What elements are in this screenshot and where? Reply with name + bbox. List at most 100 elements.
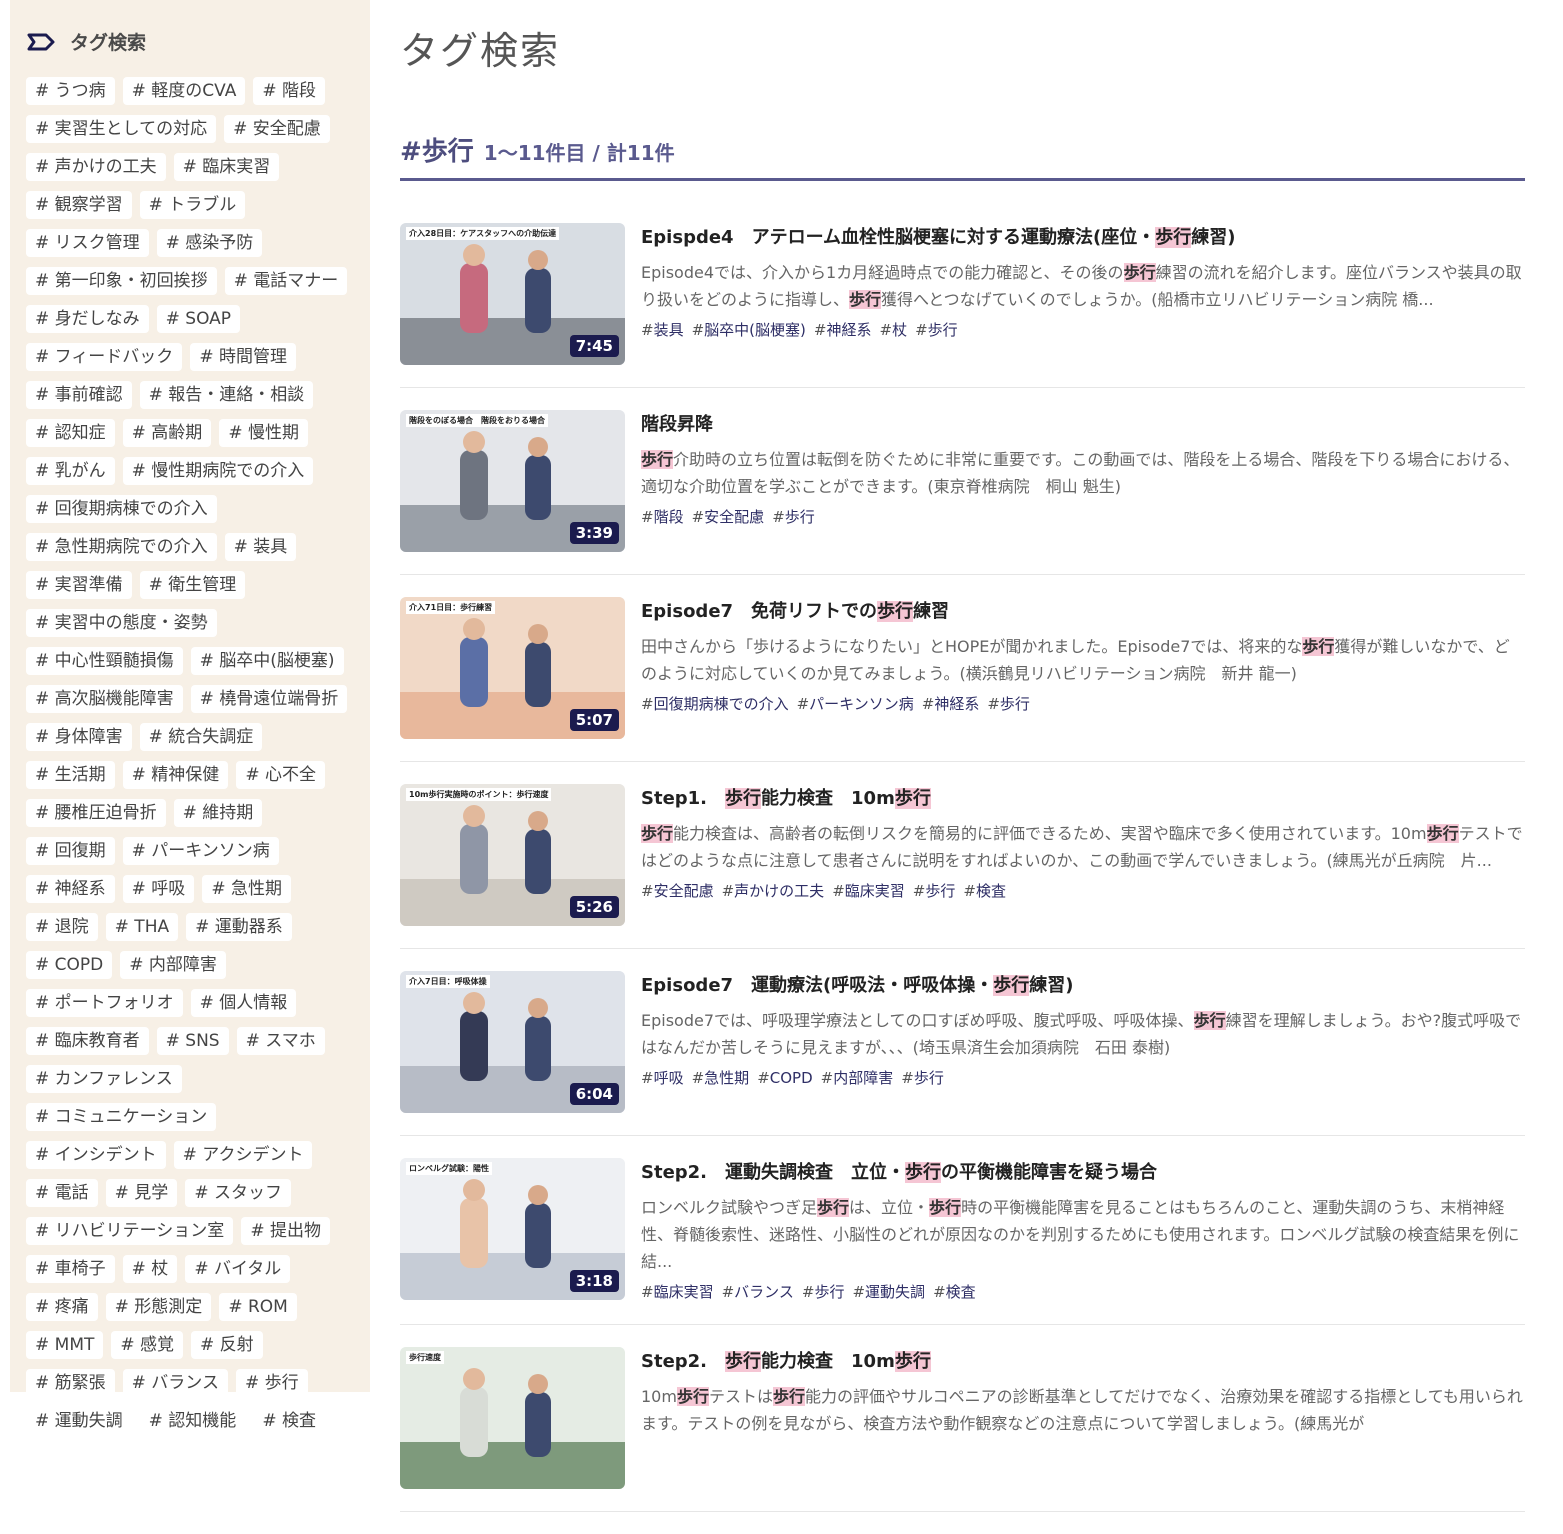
video-tag-link[interactable]: 脳卒中(脳梗塞) [692,321,806,339]
sidebar-tag[interactable]: # 軽度のCVA [122,77,246,105]
sidebar-tag[interactable]: # 安全配慮 [224,115,330,143]
sidebar-tag[interactable]: # 統合失調症 [139,723,263,751]
video-tag-link[interactable]: 歩行 [915,321,958,339]
sidebar-tag[interactable]: # 第一印象・初回挨拶 [26,267,217,295]
sidebar-tag[interactable]: # 筋緊張 [26,1369,115,1397]
sidebar-tag[interactable]: # アクシデント [173,1141,313,1169]
sidebar-tag[interactable]: # 事前確認 [26,381,132,409]
video-tag-link[interactable]: 歩行 [913,882,956,900]
video-tag-link[interactable]: 歩行 [987,695,1030,713]
video-thumbnail[interactable]: 階段をのぼる場合 階段をおりる場合 3:39 [400,410,625,552]
sidebar-tag[interactable]: # 中心性頸髄損傷 [26,647,183,675]
sidebar-tag[interactable]: # 検査 [253,1407,325,1435]
video-tag-link[interactable]: 歩行 [802,1283,845,1301]
video-tag-link[interactable]: 安全配慮 [692,508,765,526]
sidebar-tag[interactable]: # リハビリテーション室 [26,1217,234,1245]
video-tag-link[interactable]: 神経系 [814,321,872,339]
video-title[interactable]: Step2. 運動失調検査 立位・歩行の平衡機能障害を疑う場合 [641,1160,1525,1186]
sidebar-tag[interactable]: # THA [105,913,179,941]
sidebar-tag[interactable]: # 臨床教育者 [26,1027,149,1055]
sidebar-tag[interactable]: # コミュニケーション [26,1103,217,1131]
sidebar-tag[interactable]: # 見学 [105,1179,178,1207]
sidebar-tag[interactable]: # うつ病 [26,77,115,105]
sidebar-tag[interactable]: # 運動失調 [26,1407,132,1435]
video-tag-link[interactable]: 急性期 [692,1069,750,1087]
sidebar-tag[interactable]: # 精神保健 [122,761,229,789]
video-tag-link[interactable]: 回復期病棟での介入 [641,695,789,713]
sidebar-tag[interactable]: # スマホ [236,1027,325,1055]
video-tag-link[interactable]: 内部障害 [821,1069,894,1087]
sidebar-tag[interactable]: # 感染予防 [156,229,263,257]
sidebar-tag[interactable]: # SNS [156,1027,229,1055]
sidebar-tag[interactable]: # 退院 [26,913,98,941]
sidebar-tag[interactable]: # 高齢期 [122,419,212,447]
sidebar-tag[interactable]: # バイタル [185,1255,291,1283]
sidebar-tag[interactable]: # 慢性期 [219,419,308,447]
sidebar-tag[interactable]: # スタッフ [185,1179,291,1207]
sidebar-tag[interactable]: # 形態測定 [105,1293,212,1321]
video-tag-link[interactable]: 呼吸 [641,1069,684,1087]
sidebar-tag[interactable]: # COPD [26,951,113,979]
sidebar-tag[interactable]: # 車椅子 [26,1255,115,1283]
sidebar-tag[interactable]: # 階段 [253,77,326,105]
sidebar-tag[interactable]: # トラブル [139,191,246,219]
sidebar-tag[interactable]: # 提出物 [241,1217,330,1245]
sidebar-tag[interactable]: # 呼吸 [122,875,195,903]
sidebar-tag[interactable]: # 回復期 [26,837,115,865]
video-tag-link[interactable]: 歩行 [901,1069,944,1087]
sidebar-tag[interactable]: # 腰椎圧迫骨折 [26,799,166,827]
sidebar-tag[interactable]: # リスク管理 [26,229,149,257]
video-tag-link[interactable]: 神経系 [922,695,980,713]
sidebar-tag[interactable]: # 回復期病棟での介入 [26,495,217,523]
video-tag-link[interactable]: 杖 [879,321,907,339]
sidebar-tag[interactable]: # 歩行 [235,1369,308,1397]
sidebar-tag[interactable]: # 急性期病院での介入 [26,533,217,561]
sidebar-tag[interactable]: # 生活期 [26,761,115,789]
sidebar-tag[interactable]: # 電話マナー [224,267,348,295]
sidebar-tag[interactable]: # 神経系 [26,875,115,903]
sidebar-tag[interactable]: # 感覚 [111,1331,184,1359]
sidebar-tag[interactable]: # 実習生としての対応 [26,115,217,143]
video-thumbnail[interactable]: 歩行速度 [400,1347,625,1489]
video-tag-link[interactable]: 歩行 [772,508,815,526]
sidebar-tag[interactable]: # 臨床実習 [173,153,280,181]
video-thumbnail[interactable]: ロンベルグ試験：陽性 3:18 [400,1158,625,1300]
video-tag-link[interactable]: 臨床実習 [832,882,905,900]
video-tag-link[interactable]: 装具 [641,321,684,339]
sidebar-tag[interactable]: # 声かけの工夫 [26,153,166,181]
video-tag-link[interactable]: 検査 [963,882,1006,900]
video-thumbnail[interactable]: 介入7日目：呼吸体操 6:04 [400,971,625,1113]
video-tag-link[interactable]: 検査 [933,1283,976,1301]
video-tag-link[interactable]: 声かけの工夫 [722,882,825,900]
sidebar-tag[interactable]: # フィードバック [26,343,183,371]
sidebar-tag[interactable]: # 乳がん [26,457,115,485]
sidebar-tag[interactable]: # 実習準備 [26,571,132,599]
sidebar-tag[interactable]: # インシデント [26,1141,166,1169]
video-title[interactable]: Episode7 免荷リフトでの歩行練習 [641,599,1525,625]
sidebar-tag[interactable]: # 杖 [122,1255,178,1283]
sidebar-tag[interactable]: # 反射 [191,1331,263,1359]
video-title[interactable]: Epispde4 アテローム血栓性脳梗塞に対する運動療法(座位・歩行練習) [641,225,1525,251]
sidebar-tag[interactable]: # 橈骨遠位端骨折 [190,685,348,713]
sidebar-tag[interactable]: # 内部障害 [120,951,226,979]
video-title[interactable]: Step1. 歩行能力検査 10m歩行 [641,786,1525,812]
video-tag-link[interactable]: 運動失調 [852,1283,925,1301]
video-title[interactable]: 階段昇降 [641,412,1525,438]
video-tag-link[interactable]: 臨床実習 [641,1283,714,1301]
video-tag-link[interactable]: バランス [722,1283,794,1301]
sidebar-tag[interactable]: # 心不全 [236,761,325,789]
sidebar-tag[interactable]: # ROM [219,1293,297,1321]
sidebar-tag[interactable]: # 個人情報 [190,989,297,1017]
sidebar-tag[interactable]: # 衛生管理 [139,571,246,599]
video-tag-link[interactable]: COPD [757,1069,812,1087]
sidebar-tag[interactable]: # SOAP [156,305,241,333]
sidebar-tag[interactable]: # 身体障害 [26,723,132,751]
sidebar-tag[interactable]: # 電話 [26,1179,98,1207]
sidebar-tag[interactable]: # バランス [122,1369,228,1397]
sidebar-tag[interactable]: # 認知機能 [139,1407,246,1435]
sidebar-tag[interactable]: # 脳卒中(脳梗塞) [190,647,344,675]
video-title[interactable]: Step2. 歩行能力検査 10m歩行 [641,1349,1525,1375]
sidebar-tag[interactable]: # 維持期 [173,799,263,827]
sidebar-tag[interactable]: # 認知症 [26,419,115,447]
sidebar-tag[interactable]: # 観察学習 [26,191,132,219]
